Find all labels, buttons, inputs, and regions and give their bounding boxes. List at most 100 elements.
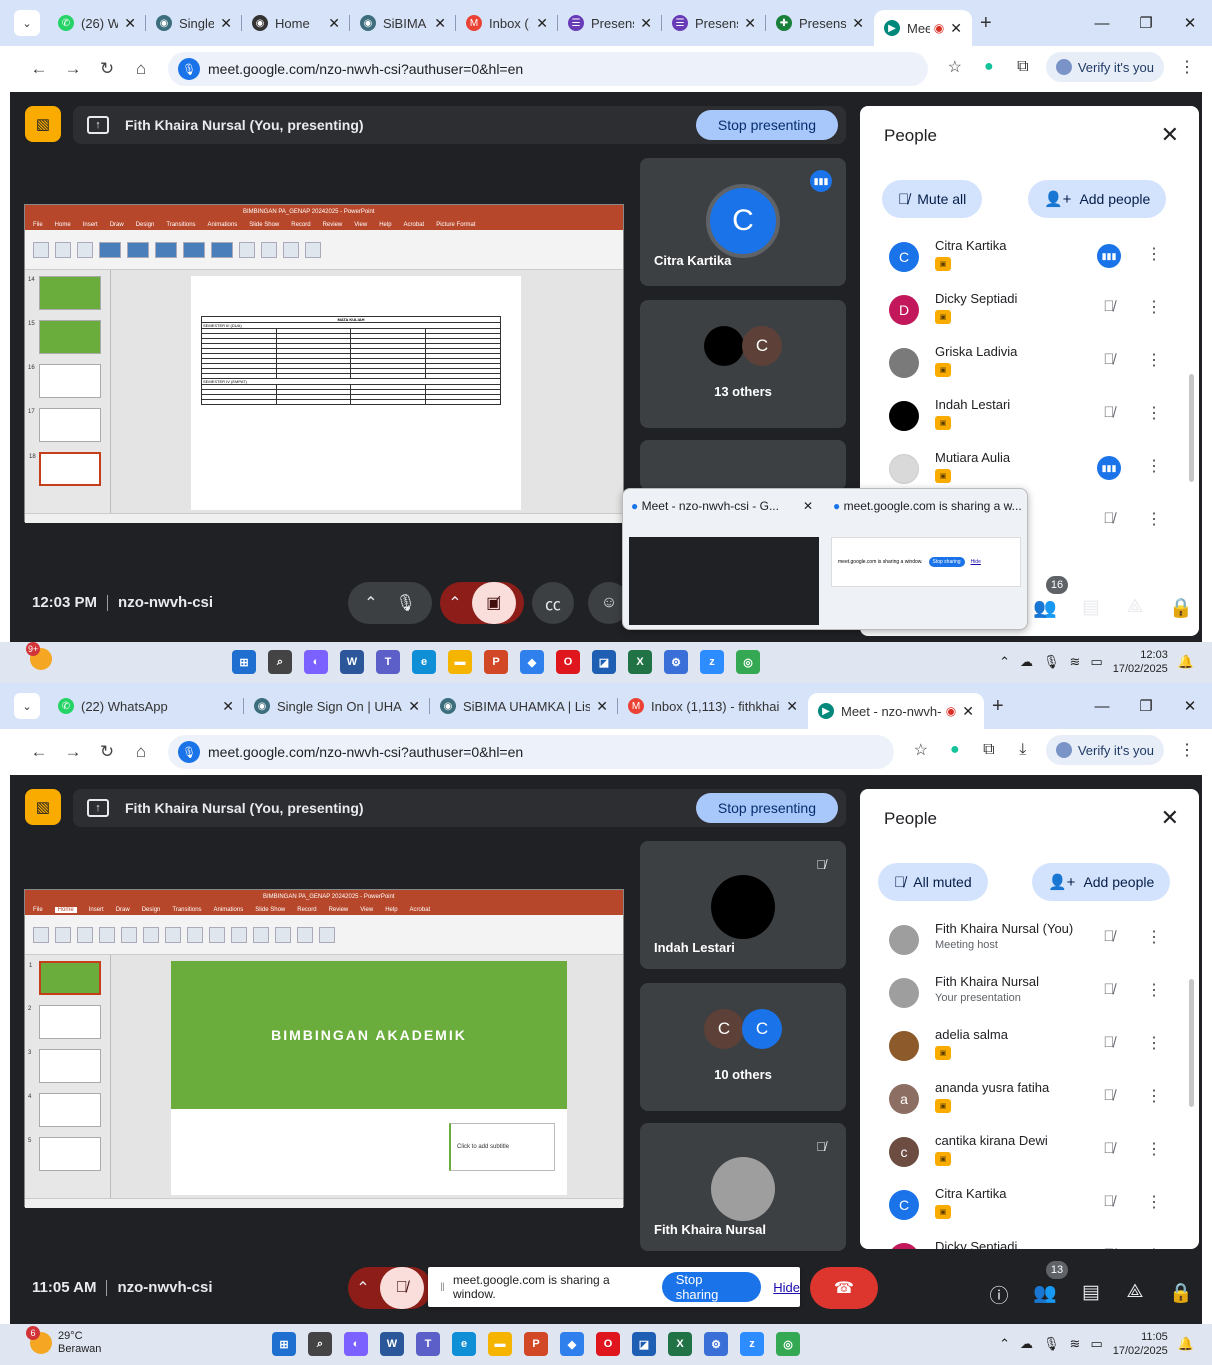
bookmark-star-icon[interactable]: ☆ [944,57,966,77]
stop-presenting-button[interactable]: Stop presenting [695,110,838,140]
close-tab-icon[interactable]: ✕ [852,15,864,32]
browser-tab[interactable]: ✆ (22) WhatsApp ✕ [48,688,244,724]
mic-off-icon[interactable]: 🎙̸ [1097,351,1121,368]
more-options-icon[interactable]: ⋮ [1146,1086,1162,1106]
mic-off-icon[interactable]: 🎙̸ [1097,1140,1121,1157]
participant-row[interactable]: C Citra Kartika ▣ 🎙̸ ⋮ [860,1184,1199,1237]
close-tab-icon[interactable]: ✕ [640,15,652,32]
menu-icon[interactable]: ⋮ [1176,740,1198,760]
camera-off-icon[interactable]: ▣̸ [471,582,516,624]
bookmark-star-icon[interactable]: ☆ [910,740,932,760]
close-tab-icon[interactable]: ✕ [536,15,548,32]
teams-icon[interactable]: T [376,650,400,674]
close-tab-icon[interactable]: ✕ [950,20,962,37]
close-tab-icon[interactable]: ✕ [222,698,234,715]
close-tab-icon[interactable]: ✕ [786,698,798,715]
store-icon[interactable]: ◆ [560,1332,584,1356]
info-icon[interactable]: ⓘ [986,1281,1012,1308]
chevron-up-icon[interactable]: ⌃ [999,1336,1010,1352]
others-tile[interactable]: C C 10 others [640,983,846,1111]
excel-icon[interactable]: X [628,650,652,674]
browser-tab[interactable]: ▶ Mee ◉ ✕ [874,10,972,46]
mic-in-use-icon[interactable]: 🎙 [178,58,200,80]
host-controls-icon[interactable]: 🔒 [1168,1281,1194,1305]
mic-control[interactable]: ⌃ 🎙̸ [348,1267,432,1309]
new-tab-button[interactable]: + [992,695,1004,718]
snip-icon[interactable]: ◪ [592,650,616,674]
close-tab-icon[interactable]: ✕ [328,15,340,32]
browser-tab[interactable]: ◉ SiBIMA UHAMKA | List M ✕ [430,688,618,724]
participant-tile-indah[interactable]: 🎙̸ Indah Lestari [640,841,846,969]
add-people-button[interactable]: 👤+ Add people [1028,180,1167,218]
powerpoint-icon[interactable]: P [484,650,508,674]
add-people-button[interactable]: 👤+ Add people [1032,863,1171,901]
mic-off-icon[interactable]: 🎙̸ [1097,1193,1121,1210]
store-icon[interactable]: ◆ [520,650,544,674]
minimize-icon[interactable]: — [1080,15,1124,32]
participant-row[interactable]: C Citra Kartika ▣ ▮▮▮ ⋮ [860,236,1199,289]
extensions-icon[interactable]: ⧉ [978,741,1000,759]
edge-icon[interactable]: e [412,650,436,674]
restore-icon[interactable]: ❐ [1124,14,1168,32]
more-options-icon[interactable]: ⋮ [1146,1033,1162,1053]
settings-icon[interactable]: ⚙ [664,650,688,674]
close-tab-icon[interactable]: ✕ [408,698,420,715]
participant-tile-partial[interactable] [640,440,846,490]
restore-icon[interactable]: ❐ [1124,697,1168,715]
participant-tile-fith[interactable]: 🎙̸ Fith Khaira Nursal [640,1123,846,1251]
more-options-icon[interactable]: ⋮ [1146,244,1162,264]
powerpoint-icon[interactable]: P [524,1332,548,1356]
menu-icon[interactable]: ⋮ [1176,57,1198,77]
scrollbar[interactable] [1189,979,1194,1107]
weather-widget[interactable]: 9+ [26,642,52,670]
all-muted-button[interactable]: 🎙̸ All muted [878,863,988,901]
more-options-icon[interactable]: ⋮ [1146,350,1162,370]
chat-icon[interactable]: ▤ [1078,1281,1104,1304]
teams-icon[interactable]: T [416,1332,440,1356]
mic-in-use-icon[interactable]: 🎙 [178,741,200,763]
mic-off-icon[interactable]: 🎙̸ [1097,1087,1121,1104]
cloud-icon[interactable]: ☁ [1020,1336,1033,1352]
browser-tab[interactable]: ◉ SiBIMA ✕ [350,5,456,41]
close-icon[interactable]: ✕ [1161,122,1179,148]
chevron-up-icon[interactable]: ⌃ [356,1278,369,1298]
more-options-icon[interactable]: ⋮ [1146,1192,1162,1212]
camera-control[interactable]: ⌃ ▣̸ [440,582,524,624]
mic-icon[interactable]: 🎙 [396,593,416,613]
preview-thumbnail-meet[interactable] [629,537,819,625]
browser-tab[interactable]: ☰ Presens ✕ [558,5,662,41]
preview-title-right[interactable]: ● meet.google.com is sharing a w... [833,499,1022,513]
forward-icon[interactable]: → [56,742,90,762]
browser-tab[interactable]: ▶ Meet - nzo-nwvh-csi◉ ✕ [808,693,984,729]
weather-widget[interactable]: 6 29°C Berawan [26,1326,101,1356]
close-window-icon[interactable]: ✕ [1168,697,1212,715]
new-tab-button[interactable]: + [980,12,992,35]
opera-icon[interactable]: O [556,650,580,674]
leave-call-button[interactable]: ☎ [810,1267,878,1309]
participant-row[interactable]: Indah Lestari ▣ 🎙̸ ⋮ [860,395,1199,448]
participant-row[interactable]: adelia salma ▣ 🎙̸ ⋮ [860,1025,1199,1078]
close-tab-icon[interactable]: ✕ [434,15,446,32]
stop-sharing-button[interactable]: Stop sharing [661,1272,762,1302]
browser-tab[interactable]: M Inbox (1 ✕ [456,5,558,41]
start-icon[interactable]: ⊞ [272,1332,296,1356]
grammarly-icon[interactable]: ● [944,741,966,759]
word-icon[interactable]: W [340,650,364,674]
preview-title-left[interactable]: ● Meet - nzo-nwvh-csi - G... [631,499,779,513]
tab-search-icon[interactable]: ⌄ [14,693,40,719]
chevron-up-icon[interactable]: ⌃ [364,593,377,613]
explorer-icon[interactable]: ▬ [448,650,472,674]
home-icon[interactable]: ⌂ [124,59,158,79]
close-tab-icon[interactable]: ✕ [962,703,974,720]
more-options-icon[interactable]: ⋮ [1146,1245,1162,1249]
others-tile[interactable]: C 13 others [640,300,846,428]
more-options-icon[interactable]: ⋮ [1146,1139,1162,1159]
activities-icon[interactable]: ⟁ [1122,596,1148,618]
wifi-icon[interactable]: ≋ [1070,1336,1081,1352]
search-icon[interactable]: ⌕ [308,1332,332,1356]
more-options-icon[interactable]: ⋮ [1146,980,1162,1000]
zoom-icon[interactable]: z [700,650,724,674]
participant-row[interactable]: Fith Khaira Nursal Your presentation 🎙̸ ⋮ [860,972,1199,1025]
participant-row[interactable]: a ananda yusra fatiha ▣ 🎙̸ ⋮ [860,1078,1199,1131]
start-icon[interactable]: ⊞ [232,650,256,674]
